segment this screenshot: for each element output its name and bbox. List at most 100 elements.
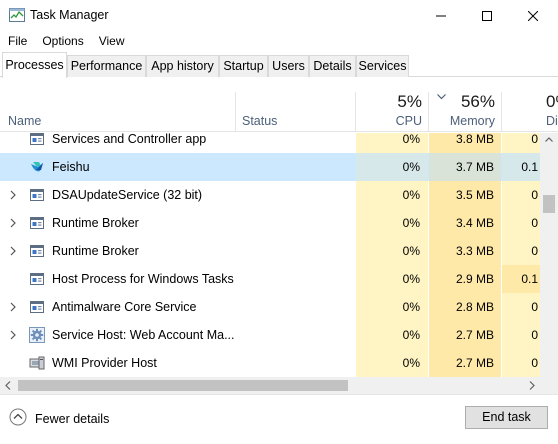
status-column-header[interactable]: Status [236,78,355,132]
app-window-icon [30,189,44,201]
wmi-icon [29,356,45,370]
close-icon [528,10,538,21]
footer-bar: Fewer details End task [0,394,558,444]
horizontal-scrollbar[interactable] [0,377,540,394]
disk-value: 0 [502,349,540,377]
tab-startup[interactable]: Startup [219,55,268,77]
process-name: Services and Controller app [52,133,207,146]
cpu-value: 0% [356,349,428,377]
table-row[interactable]: Feishu 0% 3.7 MB 0.1 [0,153,540,181]
memory-total-percent: 56% [460,92,495,111]
tab-services[interactable]: Services [356,55,409,77]
memory-value: 2.8 MB [429,293,501,321]
table-row[interactable]: Host Process for Windows Tasks 0% 2.9 MB… [0,265,540,293]
app-window-icon [30,133,44,145]
menu-file[interactable]: File [0,31,34,51]
chevron-right-icon[interactable] [8,329,18,341]
cpu-total-percent: 5% [397,92,422,111]
memory-value: 2.9 MB [429,265,501,293]
disk-value: 0 [502,237,540,265]
end-task-button[interactable]: End task [465,406,548,429]
title-bar: Task Manager [0,0,558,31]
sort-descending-icon [437,94,446,100]
table-row[interactable]: DSAUpdateService (32 bit) 0% 3.5 MB 0 [0,181,540,209]
menu-options[interactable]: Options [34,31,90,51]
scroll-right-icon[interactable] [529,381,535,390]
scrollbar-corner [540,377,558,394]
memory-value: 3.7 MB [429,153,501,181]
cpu-value: 0% [356,153,428,181]
fewer-details-link[interactable]: Fewer details [35,412,109,426]
tab-users[interactable]: Users [268,55,309,77]
disk-header-label: Di [546,114,558,128]
process-name: Host Process for Windows Tasks [52,272,234,286]
cpu-value: 0% [356,181,428,209]
scroll-up-icon[interactable] [545,137,553,142]
table-row[interactable]: Service Host: Web Account Ma... 0% 2.7 M… [0,321,540,349]
process-name: DSAUpdateService (32 bit) [52,188,203,202]
gear-icon [29,327,45,343]
table-row[interactable]: Services and Controller app 0% 3.8 MB 0 [0,133,540,153]
column-header: Name Status 5% CPU 56% Memory 0% Di [0,78,558,132]
disk-value: 0 [502,181,540,209]
menu-bar: File Options View [0,31,558,51]
cpu-value: 0% [356,321,428,349]
chevron-right-icon[interactable] [8,245,18,257]
memory-column-header[interactable]: 56% Memory [429,78,501,132]
cpu-column-header[interactable]: 5% CPU [356,78,428,132]
chevron-right-icon[interactable] [8,189,18,201]
window-title: Task Manager [30,8,109,22]
horizontal-scroll-thumb[interactable] [18,380,348,391]
disk-column-header[interactable]: 0% Di [502,78,558,132]
cpu-header-label: CPU [395,114,422,128]
vertical-scrollbar[interactable] [540,133,558,377]
cpu-value: 0% [356,265,428,293]
maximize-icon [482,10,492,21]
name-column-header[interactable]: Name [0,78,235,132]
cpu-value: 0% [356,293,428,321]
memory-value: 2.7 MB [429,321,501,349]
tab-processes[interactable]: Processes [2,52,67,78]
memory-value: 3.8 MB [429,133,501,153]
menu-view[interactable]: View [91,31,132,51]
status-header-label: Status [242,114,278,128]
disk-value: 0 [502,321,540,349]
maximize-button[interactable] [464,0,510,31]
disk-value: 0 [502,209,540,237]
minimize-button[interactable] [418,0,464,31]
vertical-scroll-thumb[interactable] [543,195,555,213]
tab-details[interactable]: Details [309,55,356,77]
scroll-left-icon[interactable] [5,381,11,390]
name-header-label: Name [8,114,42,128]
close-button[interactable] [510,0,556,31]
process-name: WMI Provider Host [52,356,157,370]
table-row[interactable]: Antimalware Core Service 0% 2.8 MB 0 [0,293,540,321]
tab-performance[interactable]: Performance [67,55,146,77]
disk-value: 0 [502,293,540,321]
memory-value: 3.4 MB [429,209,501,237]
table-row[interactable]: Runtime Broker 0% 3.4 MB 0 [0,209,540,237]
chevron-right-icon[interactable] [8,301,18,313]
process-name: Antimalware Core Service [52,300,197,314]
tab-strip: Processes Performance App history Startu… [0,52,558,78]
feishu-icon [31,162,43,172]
disk-value: 0.1 [502,153,540,181]
disk-total-percent: 0% [546,92,558,111]
process-name: Service Host: Web Account Ma... [52,328,235,342]
chevron-right-icon[interactable] [8,217,18,229]
process-name: Runtime Broker [52,216,139,230]
app-window-icon [30,273,44,285]
table-row[interactable]: WMI Provider Host 0% 2.7 MB 0 [0,349,540,377]
process-name: Runtime Broker [52,244,139,258]
minimize-icon [436,15,446,16]
chevron-up-circle-icon[interactable] [9,408,27,426]
app-window-icon [30,301,44,313]
table-row[interactable]: Runtime Broker 0% 3.3 MB 0 [0,237,540,265]
app-window-icon [30,245,44,257]
cpu-value: 0% [356,133,428,153]
tab-app-history[interactable]: App history [146,55,219,77]
app-window-icon [30,217,44,229]
process-list[interactable]: Services and Controller app 0% 3.8 MB 0 … [0,133,540,377]
cpu-value: 0% [356,237,428,265]
memory-value: 3.3 MB [429,237,501,265]
